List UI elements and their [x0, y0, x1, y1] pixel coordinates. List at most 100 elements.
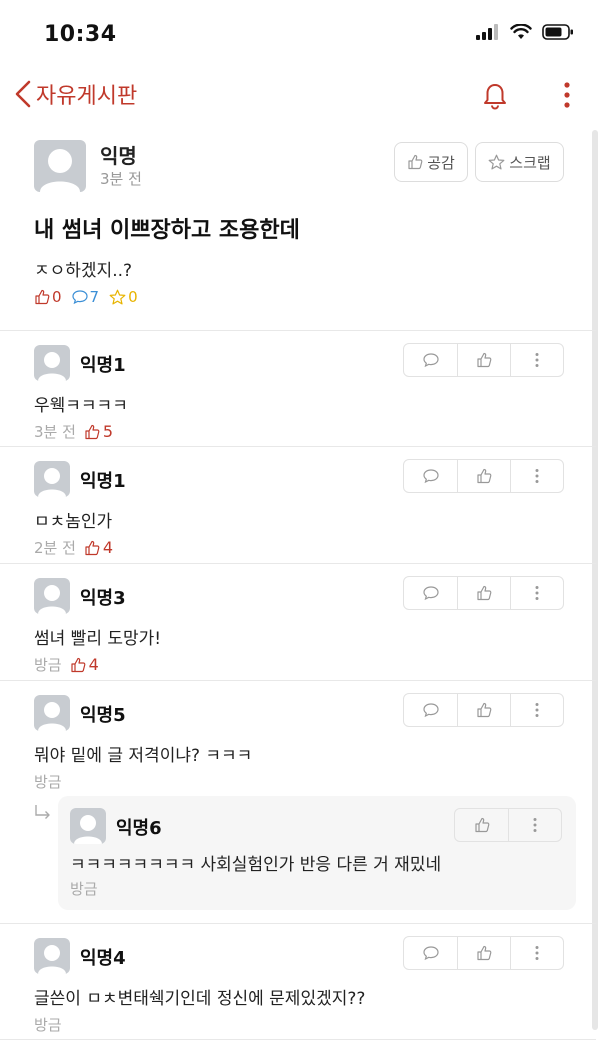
board-title: 자유게시판 — [36, 84, 138, 109]
comment: 익명4 글쓴이 ㅁㅊ변태쉑기인데 정신에 문제있겠지?? 방금 — [0, 924, 596, 1040]
comment-time: 방금 — [34, 1016, 62, 1034]
star-icon — [109, 289, 126, 304]
reply-time: 방금 — [70, 880, 98, 898]
comment-text: 썸녀 빨리 도망가! — [34, 629, 162, 649]
default-avatar-icon — [38, 468, 66, 497]
more-button[interactable] — [508, 809, 561, 841]
default-avatar-icon — [40, 149, 80, 192]
comment-like-count: 4 — [70, 655, 99, 674]
comment-actions — [403, 576, 564, 610]
like-button[interactable] — [457, 460, 510, 492]
bell-icon[interactable] — [482, 82, 508, 110]
comment-time: 3분 전 — [34, 423, 76, 441]
post-time: 3분 전 — [100, 170, 142, 188]
thumbs-up-icon — [477, 702, 492, 718]
default-avatar-icon — [38, 585, 66, 614]
thumbs-up-icon — [35, 289, 50, 305]
thumbs-up-icon — [477, 945, 492, 961]
thumbs-up-icon — [85, 424, 100, 439]
comment: 익명1 ㅁㅊ놈인가 2분 전 4 — [0, 447, 596, 564]
post-like-count: 0 — [34, 288, 62, 306]
like-button[interactable] — [457, 937, 510, 969]
comment-meta: 3분 전 5 — [34, 421, 113, 442]
more-vertical-icon[interactable] — [562, 80, 572, 110]
nav-header: 자유게시판 — [0, 70, 600, 122]
avatar — [70, 808, 106, 844]
back-button[interactable]: 자유게시판 — [14, 78, 137, 110]
reply-button[interactable] — [404, 937, 457, 969]
post-title: 내 썸녀 이쁘장하고 조용한데 — [34, 218, 300, 243]
avatar — [34, 938, 70, 974]
more-vertical-icon — [535, 353, 539, 367]
comment-icon — [422, 469, 439, 484]
like-button[interactable] — [455, 809, 508, 841]
reply-button[interactable] — [404, 344, 457, 376]
avatar — [34, 695, 70, 731]
like-button[interactable] — [457, 577, 510, 609]
thumbs-up-icon — [85, 540, 100, 555]
reply-button[interactable] — [404, 694, 457, 726]
like-button[interactable]: 공감 — [394, 142, 468, 182]
more-vertical-icon — [535, 586, 539, 600]
thumbs-up-icon — [474, 817, 489, 833]
thumbs-up-icon — [477, 468, 492, 484]
comment-icon — [422, 586, 439, 601]
thumbs-up-icon — [477, 352, 492, 368]
more-button[interactable] — [510, 577, 563, 609]
comment-meta: 2분 전 4 — [34, 537, 113, 558]
like-button[interactable] — [457, 344, 510, 376]
post: 익명 3분 전 공감 스크랩 내 썸녀 이쁘장하고 조용한데 ㅈㅇ하겠지..? … — [0, 126, 596, 331]
battery-icon — [542, 24, 573, 40]
default-avatar-icon — [38, 352, 66, 381]
comment-author: 익명1 — [80, 471, 126, 492]
default-avatar-icon — [38, 702, 66, 731]
post-stats: 0 7 0 — [34, 288, 138, 306]
more-vertical-icon — [535, 703, 539, 717]
status-time: 10:34 — [44, 22, 117, 47]
reply-button[interactable] — [404, 577, 457, 609]
comment-meta: 방금 — [34, 1014, 62, 1035]
comment-time: 방금 — [34, 773, 62, 791]
comment-meta: 방금 — [34, 771, 62, 792]
avatar — [34, 578, 70, 614]
reply-actions — [454, 808, 562, 842]
more-button[interactable] — [510, 937, 563, 969]
avatar — [34, 140, 86, 192]
post-body: ㅈㅇ하겠지..? — [34, 261, 133, 281]
more-button[interactable] — [510, 694, 563, 726]
more-button[interactable] — [510, 344, 563, 376]
comment-like-count: 5 — [84, 422, 113, 441]
thumbs-up-icon — [477, 585, 492, 601]
comment-icon — [71, 290, 88, 305]
scrap-button-label: 스크랩 — [509, 153, 551, 172]
comment-text: ㅁㅊ놈인가 — [34, 512, 113, 532]
reply-author: 익명6 — [116, 818, 162, 839]
comment-icon — [422, 353, 439, 368]
comment-actions — [403, 343, 564, 377]
star-icon — [488, 154, 505, 169]
comment-text: 글쓴이 ㅁㅊ변태쉑기인데 정신에 문제있겠지?? — [34, 989, 366, 1009]
thumbs-up-icon — [71, 657, 85, 672]
comment-author: 익명5 — [80, 705, 126, 726]
scrap-button[interactable]: 스크랩 — [475, 142, 564, 182]
wifi-icon — [510, 24, 532, 39]
comment-author: 익명1 — [80, 355, 126, 376]
comment-time: 2분 전 — [34, 539, 76, 557]
more-button[interactable] — [510, 460, 563, 492]
comment: 익명3 썸녀 빨리 도망가! 방금 4 — [0, 564, 596, 681]
status-bar: 10:34 — [0, 0, 600, 70]
more-vertical-icon — [535, 946, 539, 960]
comment-icon — [422, 946, 439, 961]
like-button[interactable] — [457, 694, 510, 726]
comment-text: 우웩ㅋㅋㅋㅋ — [34, 396, 128, 416]
like-button-label: 공감 — [427, 153, 455, 172]
status-icons — [476, 24, 574, 40]
avatar — [34, 461, 70, 497]
chevron-left-icon — [15, 80, 31, 108]
comment-actions — [403, 693, 564, 727]
comment-author: 익명4 — [80, 948, 126, 969]
reply-button[interactable] — [404, 460, 457, 492]
default-avatar-icon — [38, 945, 66, 974]
comment-time: 방금 — [34, 656, 62, 674]
avatar — [34, 345, 70, 381]
